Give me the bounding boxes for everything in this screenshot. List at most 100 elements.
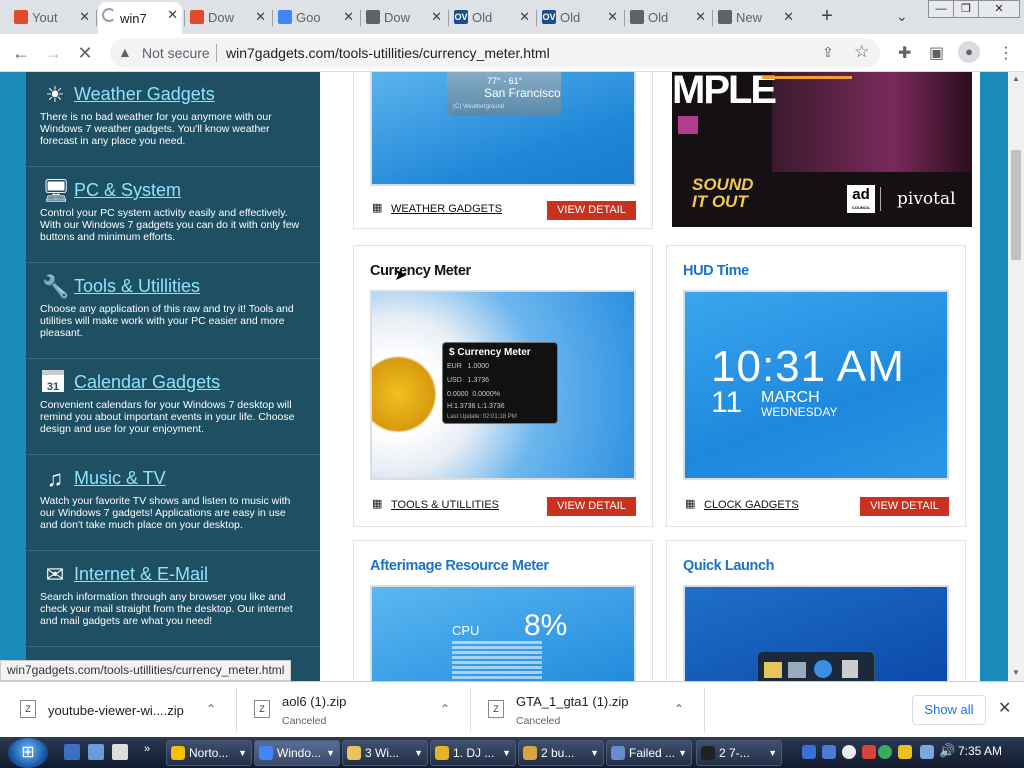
taskbar-button[interactable]: 1. DJ ... ▼: [430, 740, 516, 766]
sidebar-category-link[interactable]: Weather Gadgets: [74, 84, 215, 105]
hud-day: 11: [711, 386, 743, 419]
tray-icon-e[interactable]: [878, 745, 892, 759]
card-title[interactable]: Currency Meter: [370, 263, 471, 279]
close-tab-icon[interactable]: ✕: [255, 9, 266, 25]
tab-2[interactable]: win7 ✕: [98, 2, 182, 34]
taskbar-button[interactable]: Failed ... ▼: [606, 740, 692, 766]
chevron-up-icon[interactable]: ⌃: [440, 702, 450, 716]
sidebar-category-link[interactable]: Calendar Gadgets: [74, 372, 220, 393]
view-detail-button[interactable]: VIEW DETAIL: [547, 201, 636, 220]
tab-9[interactable]: New ✕: [714, 4, 798, 30]
wrench-icon: 🔧: [42, 274, 70, 299]
category-link[interactable]: WEATHER GADGETS: [391, 203, 502, 215]
scrollbar-thumb[interactable]: [1011, 150, 1021, 260]
afterimage-thumbnail[interactable]: CPU 8%: [370, 585, 636, 681]
close-tab-icon[interactable]: ✕: [431, 9, 442, 25]
sidebar-category-link[interactable]: Tools & Utillities: [74, 276, 200, 297]
taskbar-button[interactable]: 2 7-... ▼: [696, 740, 782, 766]
new-tab-button[interactable]: +: [816, 6, 838, 28]
quick-launch-overflow-icon[interactable]: »: [144, 743, 150, 755]
profile-avatar-icon[interactable]: ●: [958, 41, 980, 63]
view-detail-button[interactable]: VIEW DETAIL: [860, 497, 949, 516]
close-tab-icon[interactable]: ✕: [519, 9, 530, 25]
tab-separator: [712, 10, 713, 26]
stop-loading-button[interactable]: ✕: [74, 42, 96, 64]
url-text[interactable]: win7gadgets.com/tools-utillities/currenc…: [226, 45, 550, 61]
tray-icon-a[interactable]: [802, 745, 816, 759]
category-link[interactable]: CLOCK GADGETS: [704, 499, 799, 511]
card-title[interactable]: HUD Time: [683, 263, 749, 279]
show-all-downloads-button[interactable]: Show all: [912, 695, 986, 725]
quick-launch-app-icon[interactable]: [112, 744, 128, 760]
weather-icon: ☀: [45, 82, 65, 107]
taskbar-clock[interactable]: 7:35 AM: [958, 744, 1002, 758]
close-tab-icon[interactable]: ✕: [695, 9, 706, 25]
hud-time-thumbnail[interactable]: 10:31 AM 11 MARCH WEDNESDAY: [683, 290, 949, 480]
advertisement-banner[interactable]: MPLE SOUND IT OUT ad COUNCIL pivotal: [672, 72, 972, 227]
close-tab-icon[interactable]: ✕: [343, 9, 354, 25]
switch-windows-icon[interactable]: [88, 744, 104, 760]
close-tab-icon[interactable]: ✕: [607, 9, 618, 25]
extensions-puzzle-icon[interactable]: ✚: [898, 43, 911, 63]
share-icon[interactable]: ⇪: [822, 44, 834, 61]
taskbar-app-icon: [435, 746, 449, 760]
show-desktop-icon[interactable]: [64, 744, 80, 760]
tab-title: Old: [472, 9, 493, 25]
security-label[interactable]: Not secure: [142, 45, 210, 61]
quick-launch-thumbnail[interactable]: [683, 585, 949, 681]
taskbar-button[interactable]: 3 Wi... ▼: [342, 740, 428, 766]
start-orb-icon[interactable]: ⊞: [8, 738, 48, 768]
taskbar-button[interactable]: Norto... ▼: [166, 740, 252, 766]
chevron-up-icon[interactable]: ⌃: [674, 702, 684, 716]
ad-photo: [772, 72, 972, 172]
download-item[interactable]: Zaol6 (1).zip Canceled ⌃: [250, 682, 470, 738]
sidebar-category-link[interactable]: Internet & E-Mail: [74, 564, 208, 585]
tab-1[interactable]: Yout ✕: [10, 4, 94, 30]
category-link[interactable]: TOOLS & UTILLITIES: [391, 499, 499, 511]
taskbar-button-label: Norto...: [189, 746, 229, 760]
tray-icon-d[interactable]: [862, 745, 876, 759]
sidebar-category-link[interactable]: Music & TV: [74, 468, 166, 489]
tab-5[interactable]: Dow ✕: [362, 4, 446, 30]
close-tab-icon[interactable]: ✕: [167, 7, 178, 23]
weather-gadget-thumbnail[interactable]: 77° - 61° San Francisco (C) Weathergroun…: [370, 72, 636, 186]
tab-4[interactable]: Goo ✕: [274, 4, 358, 30]
close-tab-icon[interactable]: ✕: [79, 9, 90, 25]
tab-separator: [96, 10, 97, 26]
view-detail-button[interactable]: VIEW DETAIL: [547, 497, 636, 516]
sidebar-item-2: 🖥 PC & System Control your PC system activ…: [26, 168, 320, 263]
side-panel-icon[interactable]: ▣: [929, 43, 944, 63]
taskbar-button[interactable]: Windo... ▼: [254, 740, 340, 766]
tab-search-chevron-icon[interactable]: ⌄: [896, 8, 908, 25]
tray-icon-b[interactable]: [822, 745, 836, 759]
minimize-button[interactable]: —: [928, 0, 954, 18]
currency-meter-thumbnail[interactable]: $ Currency Meter EUR 1.0000 USD 1.3736 0…: [370, 290, 636, 480]
menu-kebab-icon[interactable]: ⋮: [998, 43, 1014, 63]
close-downloads-bar-icon[interactable]: ✕: [998, 698, 1011, 718]
volume-icon[interactable]: 🔊: [939, 743, 955, 759]
card-title[interactable]: Quick Launch: [683, 558, 774, 574]
tray-icon-c[interactable]: [842, 745, 856, 759]
back-button[interactable]: ←: [10, 42, 32, 64]
windows-taskbar: ⊞ » Norto... ▼ Windo... ▼ 3 Wi... ▼ 1. DJ ... ▼…: [0, 737, 1024, 768]
chevron-up-icon[interactable]: ⌃: [206, 702, 216, 716]
forward-button[interactable]: →: [42, 42, 64, 64]
maximize-button[interactable]: ❐: [953, 0, 979, 18]
tab-6[interactable]: OV Old ✕: [450, 4, 534, 30]
tab-8[interactable]: Old ✕: [626, 4, 710, 30]
taskbar-button[interactable]: 2 bu... ▼: [518, 740, 604, 766]
download-item[interactable]: Z GTA_1_gta1 (1).zip Canceled ⌃: [484, 682, 704, 738]
close-tab-icon[interactable]: ✕: [783, 9, 794, 25]
address-bar[interactable]: ▲ Not secure win7gadgets.com/tools-utill…: [110, 38, 880, 68]
sidebar-category-link[interactable]: PC & System: [74, 180, 181, 201]
network-icon[interactable]: [920, 745, 934, 759]
card-title[interactable]: Afterimage Resource Meter: [370, 558, 549, 574]
warning-icon[interactable]: ▲: [118, 44, 132, 60]
bookmark-star-icon[interactable]: ☆: [854, 42, 869, 62]
tab-7[interactable]: OV Old ✕: [538, 4, 622, 30]
download-item[interactable]: Zyoutube-viewer-wi....zip ⌃: [16, 682, 236, 738]
cpu-bars: [452, 639, 542, 679]
close-window-button[interactable]: ✕: [978, 0, 1020, 18]
tray-icon-f[interactable]: [898, 745, 912, 759]
tab-3[interactable]: Dow ✕: [186, 4, 270, 30]
